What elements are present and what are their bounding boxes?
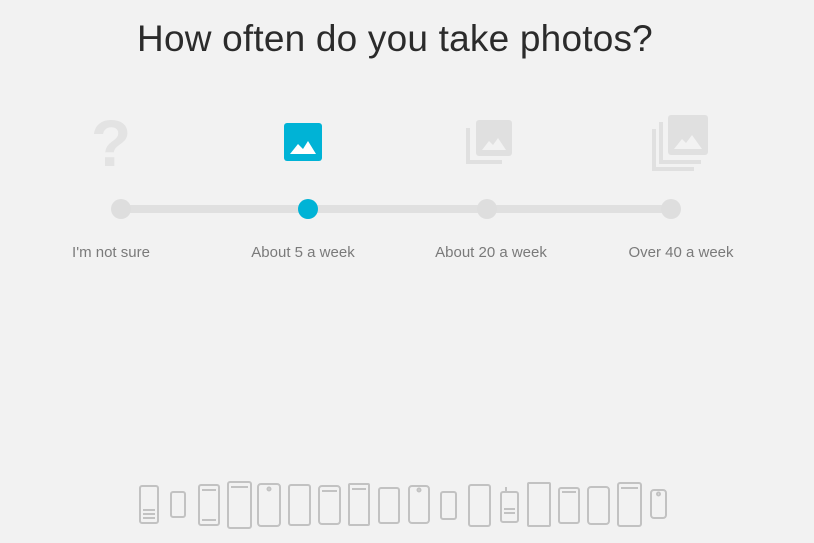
page-title: How often do you take photos? bbox=[137, 18, 653, 59]
option-icon-20-week[interactable] bbox=[458, 110, 522, 174]
option-label-5-week[interactable]: About 5 a week bbox=[213, 244, 393, 261]
single-photo-icon bbox=[284, 123, 322, 161]
photo-frequency-page: How often do you take photos? ? I'm not … bbox=[0, 0, 814, 543]
phone-lineup-icon bbox=[139, 481, 667, 529]
option-label-40-week[interactable]: Over 40 a week bbox=[591, 244, 771, 261]
photo-library-icon bbox=[652, 115, 708, 171]
slider-stop-not-sure[interactable] bbox=[111, 199, 131, 219]
slider-stop-5-week[interactable] bbox=[298, 199, 318, 219]
question-mark-icon: ? bbox=[91, 110, 131, 174]
option-icon-5-week[interactable] bbox=[271, 110, 335, 174]
option-icon-40-week[interactable] bbox=[649, 110, 713, 174]
option-label-not-sure[interactable]: I'm not sure bbox=[21, 244, 201, 261]
slider-stop-40-week[interactable] bbox=[661, 199, 681, 219]
slider-stop-20-week[interactable] bbox=[477, 199, 497, 219]
option-icon-not-sure[interactable]: ? bbox=[79, 110, 143, 174]
frequency-slider-track[interactable] bbox=[120, 205, 672, 213]
photo-stack-icon bbox=[466, 120, 512, 164]
option-label-20-week[interactable]: About 20 a week bbox=[401, 244, 581, 261]
svg-text:?: ? bbox=[91, 110, 131, 174]
